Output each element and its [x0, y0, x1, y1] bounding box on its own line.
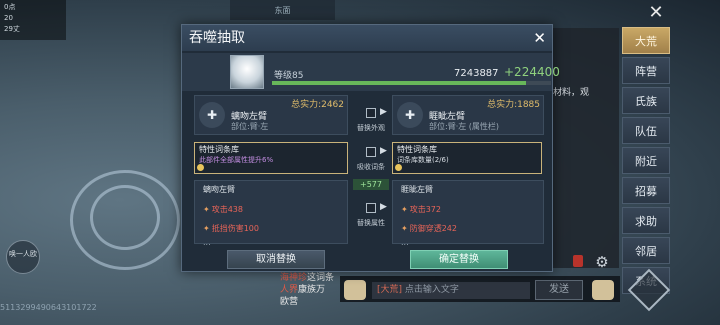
minimap-label[interactable]: 东面 — [230, 0, 335, 20]
chat-side-panel — [553, 28, 619, 268]
chat-channel-tag: [大荒] — [377, 285, 403, 295]
left-trait-box[interactable]: 特性词条库 此部件全部属性提升6% — [194, 142, 348, 174]
left-trait-desc: 此部件全部属性提升6% — [199, 156, 274, 164]
level-gain: +224400 — [504, 65, 560, 79]
devour-extract-dialog: 吞噬抽取 ✕ 等级85 7243887 +224400 总实力:2462 ✚ 螭… — [181, 24, 560, 272]
stat-row: ✦ 攻击372 — [401, 205, 441, 214]
right-item-card[interactable]: 总实力:1885 ✚ 睚眦左臂 部位:臂·左 (属性栏) — [392, 95, 544, 135]
left-trait-title: 特性词条库 — [199, 145, 239, 154]
right-stats-head: 睚眦左臂 — [401, 185, 433, 194]
chat-line: 欧营 — [280, 297, 299, 307]
arrow-right-icon: ▶ — [380, 146, 387, 156]
right-trait-title: 特性词条库 — [397, 145, 437, 154]
close-icon[interactable]: ✕ — [533, 28, 546, 48]
send-button[interactable]: 发送 — [535, 280, 583, 300]
chat-line: 海神珍这词条 — [280, 273, 335, 283]
chat-line: 人界康族万 — [280, 285, 326, 295]
emoji-icon[interactable] — [592, 280, 614, 300]
trait-badge-icon — [197, 164, 204, 171]
level-progress-fill — [272, 81, 526, 85]
red-envelope-icon[interactable] — [573, 255, 583, 267]
tab-channel-2[interactable]: 氏族 — [622, 87, 670, 114]
right-item-part: 部位:臂·左 (属性栏) — [429, 122, 500, 131]
left-stats-panel: 螭吻左臂 ✦ 攻击438 ✦ 抵挡伤害100 ... — [194, 180, 348, 247]
stat-row: ✦ 抵挡伤害100 — [203, 224, 259, 233]
level-value: 7243887 — [454, 68, 499, 79]
tab-channel-4[interactable]: 附近 — [622, 147, 670, 174]
hud-status: 0点 20 29丈 — [0, 0, 66, 40]
flame-icon: ✦ — [203, 205, 210, 214]
flame-icon: ✦ — [203, 224, 210, 233]
trait-badge-icon — [395, 164, 402, 171]
arrow-right-icon: ▶ — [380, 202, 387, 212]
stat-row: ✦ 防御穿透242 — [401, 224, 457, 233]
left-power: 总实力:2462 — [291, 100, 344, 110]
chat-channel-tabs: 大荒 阵营 氏族 队伍 附近 招募 求助 邻居 系统 — [622, 27, 670, 297]
right-trait-box[interactable]: 特性词条库 词条库数量(2/6) — [392, 142, 542, 174]
right-stats-panel: 睚眦左臂 ✦ 攻击372 ✦ 防御穿透242 ... — [392, 180, 544, 247]
right-trait-desc: 词条库数量(2/6) — [397, 156, 449, 164]
tab-channel-1[interactable]: 阵营 — [622, 57, 670, 84]
attr-gain-badge: +577 — [353, 179, 389, 190]
level-progress-bar — [272, 81, 551, 85]
replace-attr-label: 替换属性 — [357, 219, 385, 227]
stat-row: ... — [203, 238, 211, 247]
arrow-right-icon: ▶ — [380, 107, 387, 117]
stat-row: ✦ 攻击438 — [203, 205, 243, 214]
arm-part-icon: ✚ — [199, 102, 225, 128]
chat-bubble-icon[interactable] — [344, 280, 366, 300]
tab-channel-0[interactable]: 大荒 — [622, 27, 670, 54]
right-power: 总实力:1885 — [487, 100, 540, 110]
tab-channel-5[interactable]: 招募 — [622, 177, 670, 204]
stat-row: ... — [401, 238, 409, 247]
chat-input[interactable]: [大荒] 点击输入文字 — [372, 282, 530, 299]
replace-attr-checkbox[interactable] — [366, 203, 376, 213]
chat-placeholder: 点击输入文字 — [404, 285, 459, 295]
left-action-button[interactable]: 唤一人欧 — [6, 240, 40, 274]
coordinates-text: 5113299490643101722 — [0, 303, 97, 312]
replace-look-label: 替换外观 — [357, 124, 385, 132]
left-item-part: 部位:臂·左 — [231, 122, 269, 131]
tab-channel-3[interactable]: 队伍 — [622, 117, 670, 144]
collapse-icon[interactable]: ✕ — [645, 2, 667, 24]
jellyfish-avatar — [230, 55, 264, 89]
left-stats-head: 螭吻左臂 — [203, 185, 235, 194]
cancel-replace-button[interactable]: 取消替换 — [227, 250, 325, 269]
hud-line: 29丈 — [4, 25, 20, 33]
chat-log: 海神珍这词条 人界康族万 欧营 — [255, 272, 340, 322]
scene-ring-inner — [90, 185, 160, 250]
dialog-title: 吞噬抽取 — [182, 25, 552, 51]
flame-icon: ✦ — [401, 205, 408, 214]
gear-icon[interactable]: ⚙ — [593, 253, 611, 271]
replace-look-checkbox[interactable] — [366, 108, 376, 118]
confirm-replace-button[interactable]: 确定替换 — [410, 250, 508, 269]
left-item-card[interactable]: 总实力:2462 ✚ 螭吻左臂 部位:臂·左 — [194, 95, 348, 135]
level-label: 等级85 — [274, 71, 304, 81]
tab-channel-6[interactable]: 求助 — [622, 207, 670, 234]
absorb-trait-label: 吸收词条 — [357, 163, 385, 171]
absorb-trait-checkbox[interactable] — [366, 147, 376, 157]
hud-line: 20 — [4, 14, 13, 22]
hud-line: 0点 — [4, 3, 16, 11]
tab-channel-7[interactable]: 邻居 — [622, 237, 670, 264]
flame-icon: ✦ — [401, 224, 408, 233]
chat-side-text: 材料，观 — [553, 85, 618, 98]
chat-side-line: 材料，观 — [553, 88, 590, 98]
arm-part-icon: ✚ — [397, 102, 423, 128]
